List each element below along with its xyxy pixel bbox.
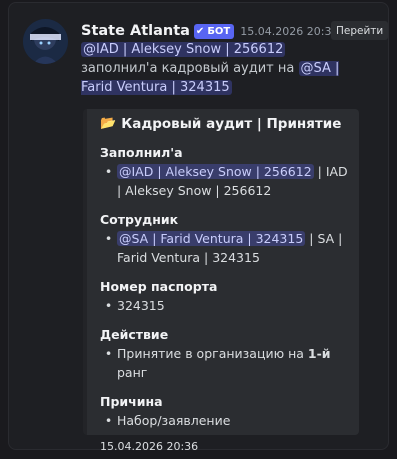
bullet-icon: • [104,346,113,361]
bullet-icon: • [104,231,113,246]
field-name: Номер паспорта [100,279,218,294]
embed-footer-timestamp: 15.04.2026 20:36 [100,440,199,453]
field-employee: Сотрудник • @SA | Farid Ventura | 324315… [100,211,350,267]
field-passport: Номер паспорта • 324315 [100,278,350,315]
embed-title-text: Кадровый аудит | Принятие [121,116,342,132]
message-content: @IAD | Aleksey Snow | 256612 заполнил'а … [81,40,351,97]
bullet-icon: • [104,413,113,428]
mention-author[interactable]: @IAD | Aleksey Snow | 256612 [81,42,286,57]
rank-value: 1-й [307,346,331,361]
bullet-icon: • [104,164,113,179]
bullet-icon: • [104,298,113,313]
field-value-text: Принятие в организацию на [117,346,308,361]
embed-title: 📂 Кадровый аудит | Принятие [100,115,350,133]
avatar-image [23,19,68,64]
field-value: • @IAD | Aleksey Snow | 256612 | IAD | A… [100,162,350,200]
field-value-text: ранг [117,365,148,380]
field-action: Действие • Принятие в организацию на 1-й… [100,326,350,382]
checkmark-icon: ✔ [195,25,205,37]
field-value-text: 324315 [117,298,165,313]
message-header: State Atlanta ✔ БОТ 15.04.2026 20:36 [81,20,338,42]
message-timestamp: 15.04.2026 20:36 [240,24,339,38]
field-value: • @SA | Farid Ventura | 324315 | SA | Fa… [100,229,350,267]
field-name: Сотрудник [100,212,179,227]
goto-button[interactable]: Перейти [331,21,389,40]
message-text: заполнил'а кадровый аудит на [81,61,299,76]
bot-badge: ✔ БОТ [193,23,235,39]
field-filled-by: Заполнил'а • @IAD | Aleksey Snow | 25661… [100,144,350,200]
field-name: Действие [100,327,169,342]
field-reason: Причина • Набор/заявление [100,393,350,430]
mention-filled-by[interactable]: @IAD | Aleksey Snow | 256612 [117,164,314,179]
mention-employee-field[interactable]: @SA | Farid Ventura | 324315 [117,231,306,246]
field-name: Причина [100,394,163,409]
bot-badge-label: БОТ [207,25,231,37]
field-value: • Набор/заявление [100,411,350,430]
field-value-text: Набор/заявление [117,413,231,428]
author-name[interactable]: State Atlanta [81,23,190,39]
embed-card: 📂 Кадровый аудит | Принятие Заполнил'а •… [83,109,359,453]
field-name: Заполнил'а [100,145,183,160]
open-folder-icon: 📂 [100,116,117,131]
field-value: • Принятие в организацию на 1-й ранг [100,344,350,382]
avatar[interactable] [23,19,68,64]
field-value: • 324315 [100,296,350,315]
